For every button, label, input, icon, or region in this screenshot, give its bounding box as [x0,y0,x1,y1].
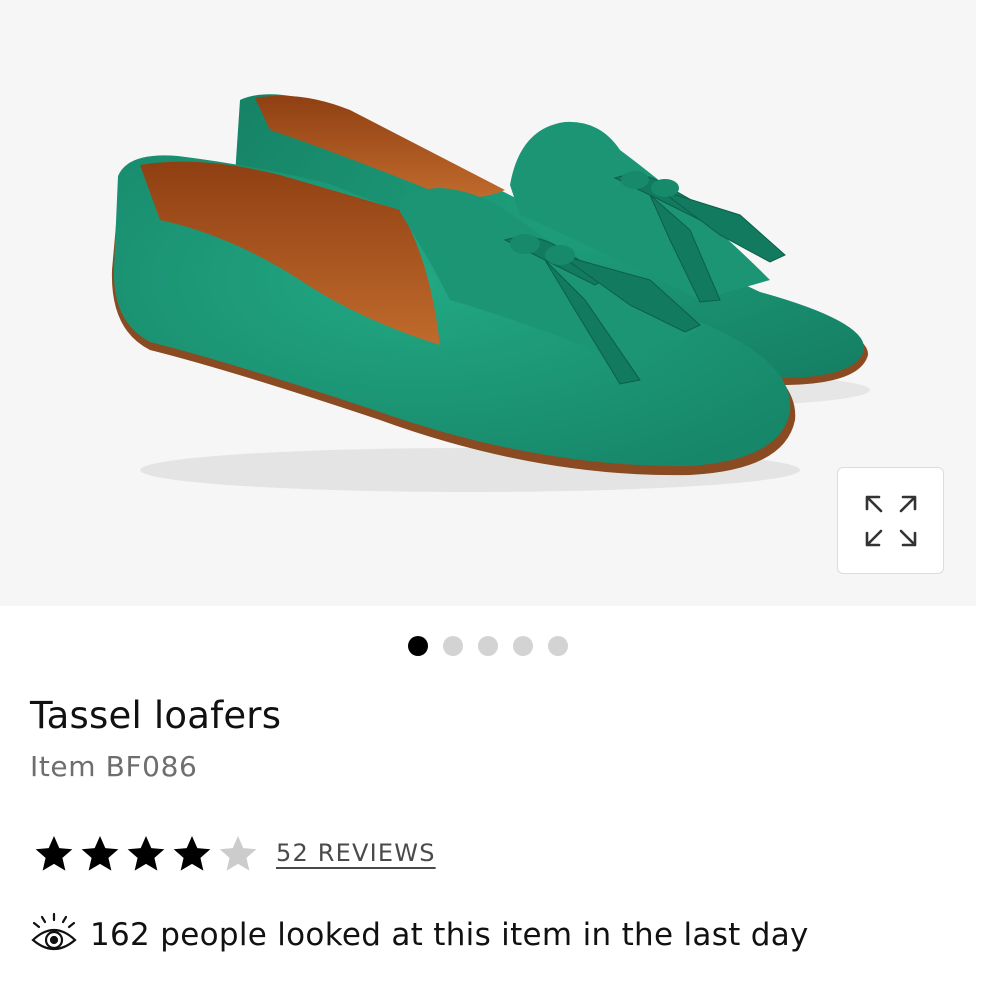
product-image-gallery[interactable] [0,0,976,606]
reviews-link[interactable]: 52 REVIEWS [276,839,436,867]
carousel-dot-2[interactable] [443,636,463,656]
image-carousel-indicators [0,636,976,658]
product-rating[interactable] [32,832,260,876]
social-proof-text: 162 people looked at this item in the la… [90,917,809,953]
star-empty-icon [216,832,260,876]
item-number: Item BF086 [30,750,198,783]
product-page: Tassel loafers Item BF086 52 REVIEWS 162… [0,0,1000,1000]
star-filled-icon [170,832,214,876]
carousel-dot-4[interactable] [513,636,533,656]
social-proof-banner: 162 people looked at this item in the la… [30,910,809,960]
carousel-dot-3[interactable] [478,636,498,656]
product-title: Tassel loafers [30,694,282,737]
star-filled-icon [124,832,168,876]
carousel-dot-5[interactable] [548,636,568,656]
expand-image-button[interactable] [837,467,944,574]
star-filled-icon [32,832,76,876]
star-rating [32,832,260,876]
expand-arrows-icon [865,495,916,546]
carousel-dot-1[interactable] [408,636,428,656]
star-filled-icon [78,832,122,876]
eye-icon [31,912,77,951]
product-image [111,94,870,492]
